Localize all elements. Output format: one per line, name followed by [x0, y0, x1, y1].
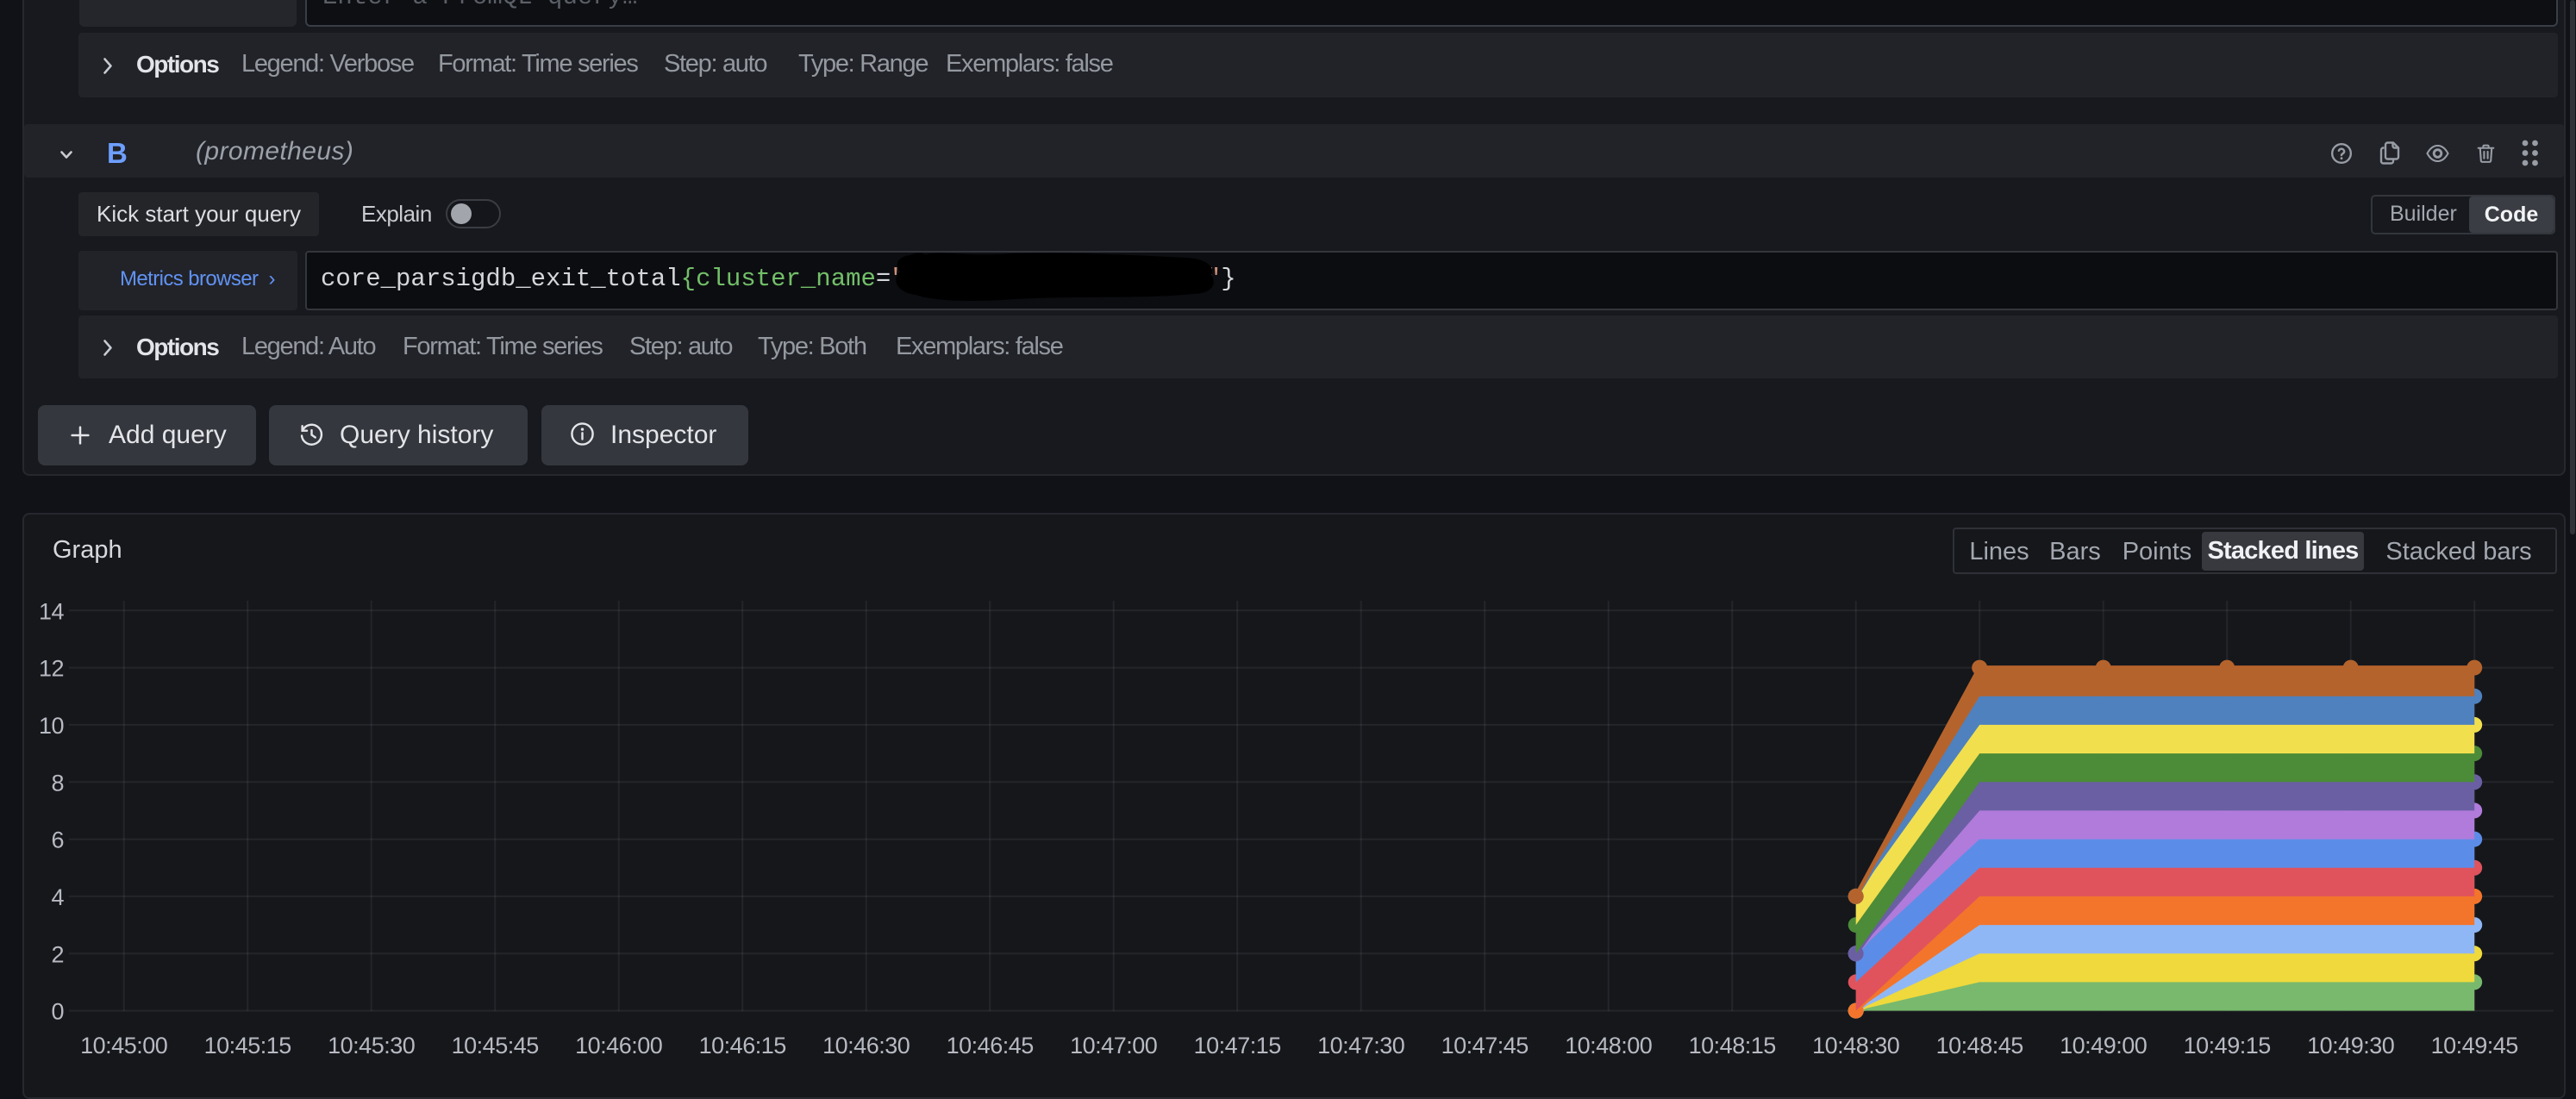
svg-text:10:48:15: 10:48:15 [1689, 1033, 1776, 1058]
svg-text:10:46:30: 10:46:30 [822, 1033, 910, 1058]
svg-text:8: 8 [51, 770, 64, 796]
svg-text:10:48:45: 10:48:45 [1936, 1033, 2023, 1058]
svg-text:14: 14 [39, 598, 65, 624]
svg-text:10:49:30: 10:49:30 [2307, 1033, 2394, 1058]
svg-text:0: 0 [51, 999, 64, 1025]
svg-text:10:45:30: 10:45:30 [328, 1033, 415, 1058]
svg-text:10:48:30: 10:48:30 [1812, 1033, 1899, 1058]
svg-text:10:49:15: 10:49:15 [2184, 1033, 2271, 1058]
svg-text:10:47:00: 10:47:00 [1070, 1033, 1157, 1058]
svg-text:12: 12 [39, 656, 64, 682]
svg-text:6: 6 [51, 827, 64, 853]
svg-text:10:47:45: 10:47:45 [1441, 1033, 1529, 1058]
svg-text:10:47:15: 10:47:15 [1194, 1033, 1281, 1058]
svg-text:10:45:15: 10:45:15 [204, 1033, 291, 1058]
svg-text:10: 10 [39, 713, 64, 739]
svg-text:10:46:15: 10:46:15 [699, 1033, 786, 1058]
svg-text:10:46:45: 10:46:45 [947, 1033, 1034, 1058]
svg-text:10:49:45: 10:49:45 [2431, 1033, 2518, 1058]
svg-text:2: 2 [51, 941, 64, 967]
svg-text:10:45:00: 10:45:00 [80, 1033, 167, 1058]
svg-text:10:45:45: 10:45:45 [452, 1033, 539, 1058]
svg-text:10:47:30: 10:47:30 [1317, 1033, 1404, 1058]
svg-text:10:46:00: 10:46:00 [575, 1033, 662, 1058]
svg-text:10:48:00: 10:48:00 [1565, 1033, 1652, 1058]
svg-text:10:49:00: 10:49:00 [2060, 1033, 2147, 1058]
svg-text:4: 4 [51, 884, 64, 910]
